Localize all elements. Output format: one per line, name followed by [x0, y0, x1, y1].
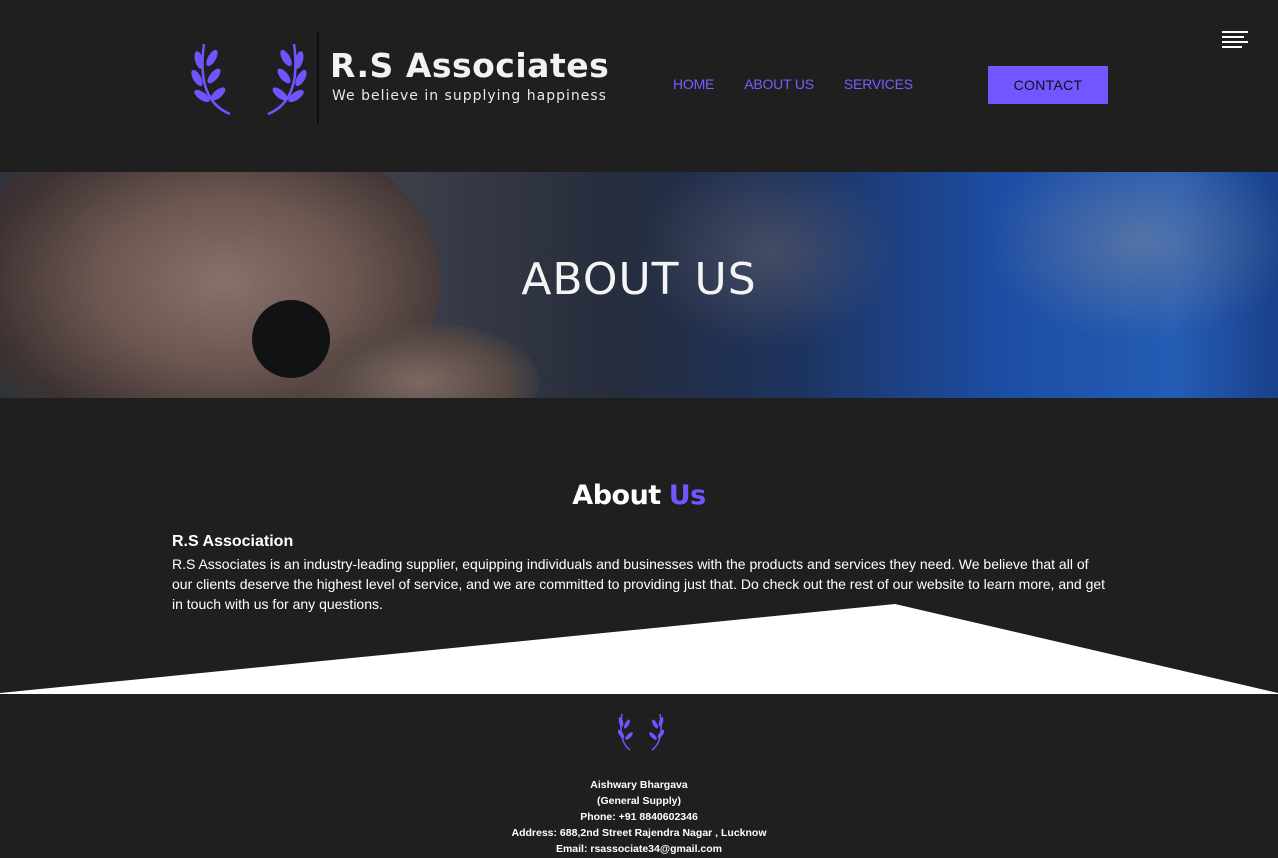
- footer-email[interactable]: Email: rsassociate34@gmail.com: [0, 841, 1278, 857]
- footer-contact-info: Aishwary Bhargava (General Supply) Phone…: [0, 777, 1278, 857]
- footer-phone[interactable]: Phone: +91 8840602346: [0, 809, 1278, 825]
- laurel-left-icon: [191, 43, 231, 116]
- site-logo[interactable]: R.S Associates We believe in supplying h…: [190, 32, 630, 124]
- brand-name: R.S Associates: [330, 46, 610, 85]
- about-heading-part2: Us: [668, 480, 707, 511]
- hamburger-icon[interactable]: [1222, 31, 1248, 51]
- footer-logo-icon: [618, 713, 664, 751]
- hero-title: ABOUT US: [521, 254, 757, 305]
- nav-services[interactable]: SERVICES: [844, 76, 913, 92]
- about-heading: About Us: [0, 480, 1278, 511]
- site-footer: Aishwary Bhargava (General Supply) Phone…: [0, 694, 1278, 858]
- footer-address: Address: 688,2nd Street Rajendra Nagar ,…: [511, 827, 767, 839]
- site-header: R.S Associates We believe in supplying h…: [0, 0, 1278, 172]
- contact-button[interactable]: CONTACT: [988, 66, 1108, 104]
- about-subtitle: R.S Association: [172, 533, 294, 550]
- laurel-right-icon: [267, 43, 307, 116]
- about-heading-part1: About: [572, 480, 661, 511]
- brand-tagline: We believe in supplying happiness: [332, 88, 607, 104]
- nav-about-us[interactable]: ABOUT US: [744, 76, 814, 92]
- nav-home[interactable]: HOME: [673, 76, 714, 92]
- footer-name: Aishwary Bhargava: [590, 779, 688, 791]
- main-nav: HOME ABOUT US SERVICES: [673, 76, 913, 92]
- hero-banner: ABOUT US: [0, 172, 1278, 398]
- footer-role: (General Supply): [596, 795, 681, 807]
- section-divider-shape: [0, 604, 1278, 696]
- logo-divider: [317, 32, 319, 124]
